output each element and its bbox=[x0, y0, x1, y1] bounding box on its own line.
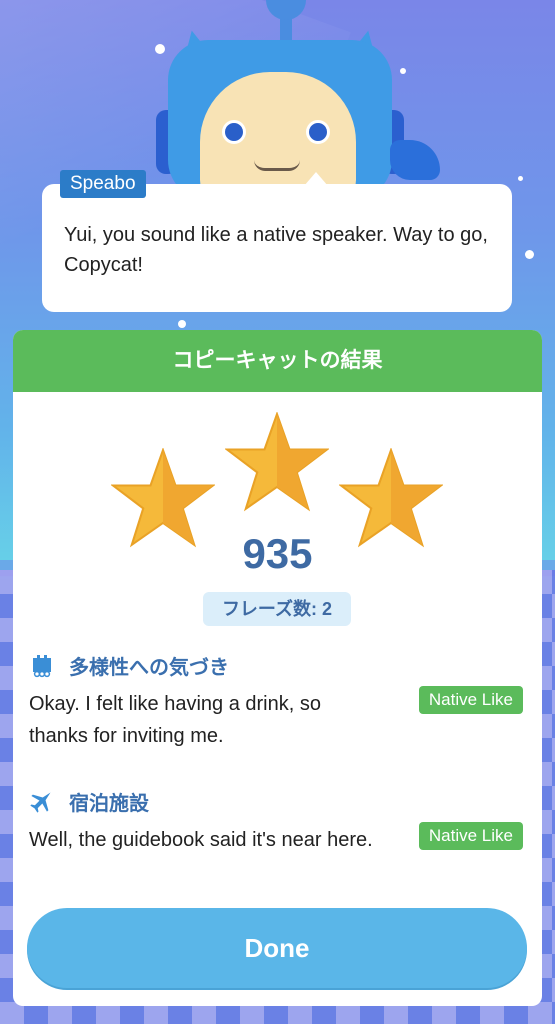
star-icon bbox=[225, 412, 329, 512]
phrase-count-pill: フレーズ数: 2 bbox=[203, 592, 351, 626]
score-value: 935 bbox=[242, 530, 313, 577]
airplane-icon bbox=[30, 792, 51, 813]
item-sentence: Well, the guidebook said it's near here. bbox=[29, 829, 373, 851]
result-header: コピーキャットの結果 bbox=[13, 330, 542, 392]
item-category-title: 宿泊施設 bbox=[69, 792, 149, 815]
sparkle bbox=[518, 176, 523, 181]
done-button[interactable]: Done bbox=[27, 908, 527, 988]
sparkle bbox=[525, 250, 534, 259]
native-like-badge: Native Like bbox=[418, 822, 523, 850]
speech-message: Yui, you sound like a native speaker. Wa… bbox=[64, 224, 488, 276]
item-category-title: 多様性への気づき bbox=[69, 656, 229, 679]
speech-bubble: Yui, you sound like a native speaker. Wa… bbox=[42, 172, 512, 312]
robot-mascot bbox=[150, 0, 440, 200]
native-like-badge: Native Like bbox=[418, 686, 523, 714]
speaker-name-tag: Speabo bbox=[60, 170, 146, 198]
result-card: コピーキャットの結果 935 フレーズ数: 2 多様性への気づき Okay. I… bbox=[13, 330, 542, 1006]
item-sentence: Okay. I felt like having a drink, so tha… bbox=[29, 693, 321, 747]
kit-icon bbox=[33, 655, 51, 678]
sparkle bbox=[178, 320, 186, 328]
